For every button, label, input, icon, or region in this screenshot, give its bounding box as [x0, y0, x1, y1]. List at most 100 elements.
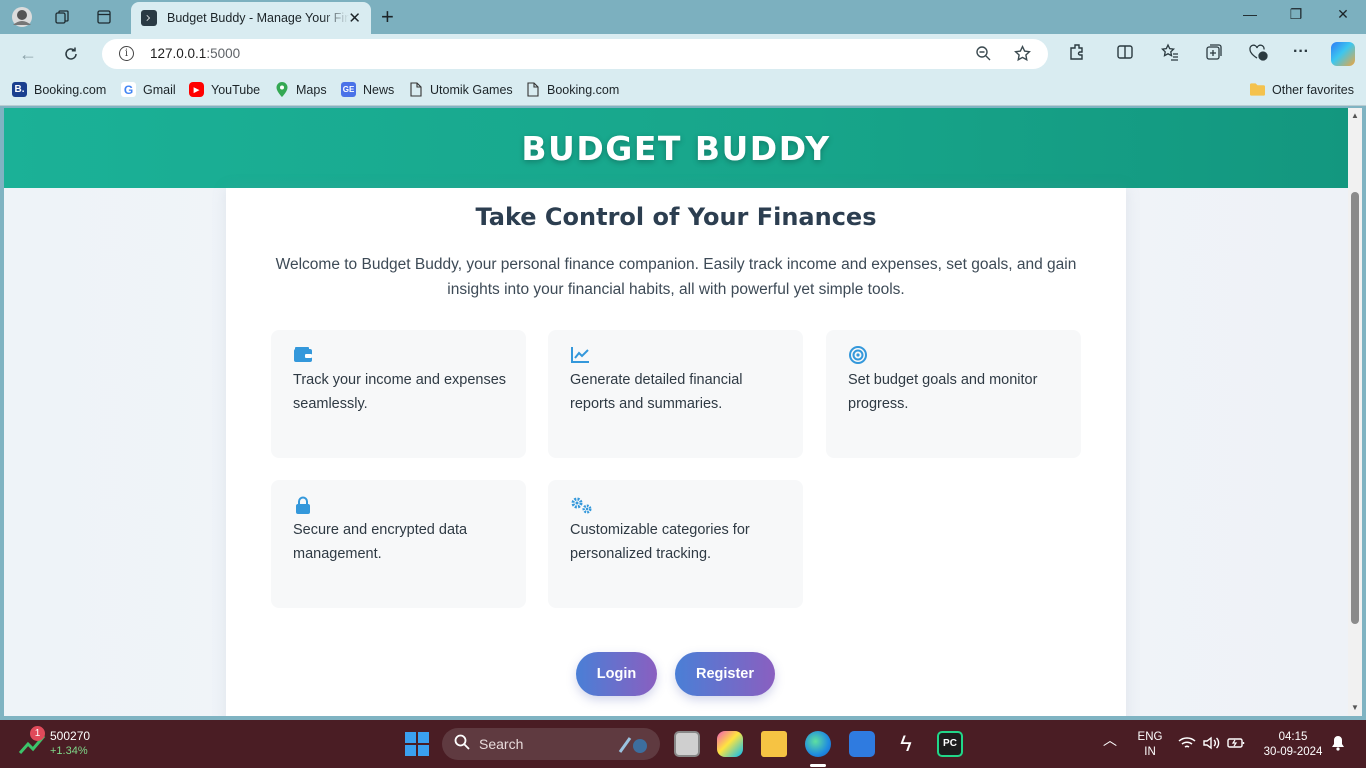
notification-badge: 1: [30, 726, 45, 741]
intro-text: Welcome to Budget Buddy, your personal f…: [275, 256, 1077, 298]
bookmark-label: Maps: [296, 82, 327, 97]
copilot-icon[interactable]: [1331, 42, 1355, 66]
bookmark-maps[interactable]: Maps: [274, 82, 327, 97]
site-info-icon[interactable]: i: [119, 46, 134, 61]
close-tab-icon[interactable]: ✕: [348, 9, 361, 27]
stock-change: +1.34%: [50, 745, 88, 757]
address-bar[interactable]: i 127.0.0.1:5000: [102, 39, 1048, 69]
bookmarks-bar: B. Booking.com G Gmail ▶ YouTube Maps GE…: [0, 74, 1366, 106]
tray-chevron-icon[interactable]: ︿: [1103, 733, 1117, 748]
terminal-favicon-icon: [141, 10, 157, 26]
volume-icon[interactable]: [1202, 736, 1220, 755]
content-panel: Take Control of Your Finances Welcome to…: [226, 188, 1126, 716]
gears-icon: [571, 497, 592, 514]
lang-region: IN: [1144, 746, 1156, 758]
workspaces-icon[interactable]: [50, 6, 74, 28]
search-icon: [454, 734, 470, 755]
booking-icon: B.: [12, 82, 27, 97]
browser-essentials-icon[interactable]: [1246, 43, 1270, 66]
bookmark-label: Booking.com: [547, 82, 620, 97]
language-indicator[interactable]: ENG IN: [1134, 730, 1166, 760]
feature-card: Set budget goals and monitor progress.: [826, 330, 1081, 458]
bookmark-label: Gmail: [143, 82, 176, 97]
split-screen-icon[interactable]: [1113, 43, 1137, 66]
url-text: 127.0.0.1:5000: [150, 46, 241, 61]
tab-bar: Budget Buddy - Manage Your Finances ✕ + …: [0, 0, 1366, 34]
lang-code: ENG: [1137, 731, 1163, 743]
windows-taskbar: 1 500270 +1.34% Search ϟ PC ︿ ENG IN 04:…: [0, 720, 1366, 768]
news-icon: GE: [341, 82, 356, 97]
wifi-icon[interactable]: [1178, 736, 1196, 755]
tab-title: Budget Buddy - Manage Your Finances: [167, 11, 349, 25]
feature-card: Generate detailed financial reports and …: [548, 330, 803, 458]
new-tab-button[interactable]: +: [381, 4, 394, 30]
file-explorer-icon[interactable]: [761, 731, 787, 757]
taskbar-search[interactable]: Search: [442, 728, 660, 760]
page-viewport: BUDGET BUDDY Take Control of Your Financ…: [4, 108, 1348, 716]
bolt-app-icon[interactable]: ϟ: [893, 731, 919, 757]
feature-card: Track your income and expenses seamlessl…: [271, 330, 526, 458]
bookmark-youtube[interactable]: ▶ YouTube: [189, 82, 260, 97]
google-icon: G: [121, 82, 136, 97]
task-view-icon[interactable]: [674, 731, 700, 757]
tab-budget-buddy[interactable]: Budget Buddy - Manage Your Finances ✕: [131, 2, 371, 34]
maps-icon: [274, 82, 289, 97]
close-window-button[interactable]: ✕: [1320, 6, 1366, 23]
scroll-up-arrow-icon[interactable]: ▲: [1351, 111, 1359, 120]
bookmark-utomik[interactable]: Utomik Games: [408, 82, 513, 97]
minimize-button[interactable]: —: [1227, 6, 1273, 22]
favorites-icon[interactable]: [1158, 43, 1182, 66]
page-scrollbar[interactable]: ▲ ▼: [1348, 108, 1362, 716]
feature-text: Customizable categories for personalized…: [570, 522, 750, 562]
search-highlight-icon: [618, 737, 647, 753]
bookmark-label: Booking.com: [34, 82, 107, 97]
feature-text: Track your income and expenses seamlessl…: [293, 372, 507, 412]
target-icon: [849, 346, 867, 364]
active-app-indicator: [810, 764, 826, 767]
feature-card: Customizable categories for personalized…: [548, 480, 803, 608]
bookmark-label: YouTube: [211, 82, 261, 97]
page-icon: [525, 82, 540, 97]
back-button[interactable]: ←: [15, 42, 41, 66]
page-icon: [408, 82, 423, 97]
pycharm-app-icon[interactable]: PC: [937, 731, 963, 757]
browser-toolbar: ← i 127.0.0.1:5000 ···: [0, 34, 1366, 74]
feature-text: Set budget goals and monitor progress.: [848, 372, 1038, 412]
stock-value: 500270: [50, 729, 91, 743]
start-button[interactable]: [405, 732, 429, 756]
chart-line-icon: [571, 347, 589, 363]
notification-bell-icon[interactable]: [1331, 735, 1345, 756]
scrollbar-thumb[interactable]: [1351, 192, 1359, 624]
feature-text: Generate detailed financial reports and …: [570, 372, 743, 412]
bookmark-booking[interactable]: B. Booking.com: [12, 82, 106, 97]
other-favorites-folder[interactable]: Other favorites: [1250, 82, 1354, 97]
profile-avatar-icon[interactable]: [8, 6, 36, 28]
bookmark-label: News: [363, 82, 395, 97]
folder-icon: [1250, 82, 1265, 97]
collections-icon[interactable]: [1202, 43, 1226, 66]
zoom-icon[interactable]: [975, 45, 991, 65]
vertical-tabs-icon[interactable]: [92, 6, 116, 28]
store-app-icon[interactable]: [849, 731, 875, 757]
scroll-down-arrow-icon[interactable]: ▼: [1351, 703, 1359, 712]
register-button[interactable]: Register: [675, 652, 775, 696]
login-button[interactable]: Login: [576, 652, 657, 696]
restore-button[interactable]: ❐: [1273, 6, 1319, 23]
bookmark-booking-2[interactable]: Booking.com: [525, 82, 619, 97]
settings-menu-icon[interactable]: ···: [1289, 43, 1313, 61]
brand-title: BUDGET BUDDY: [521, 128, 831, 168]
clock[interactable]: 04:15 30-09-2024: [1258, 730, 1328, 760]
favorite-star-icon[interactable]: [1014, 44, 1031, 66]
bookmark-label: Utomik Games: [430, 82, 513, 97]
bookmark-gmail[interactable]: G Gmail: [121, 82, 176, 97]
feature-card: Secure and encrypted data management.: [271, 480, 526, 608]
search-label: Search: [479, 736, 524, 752]
edge-app-icon[interactable]: [805, 731, 831, 757]
extensions-icon[interactable]: [1065, 43, 1089, 66]
wallet-icon: [294, 347, 312, 362]
refresh-button[interactable]: [58, 42, 84, 66]
copilot-app-icon[interactable]: [717, 731, 743, 757]
bookmark-news[interactable]: GE News: [341, 82, 394, 97]
battery-icon[interactable]: [1227, 736, 1245, 755]
youtube-icon: ▶: [189, 82, 204, 97]
